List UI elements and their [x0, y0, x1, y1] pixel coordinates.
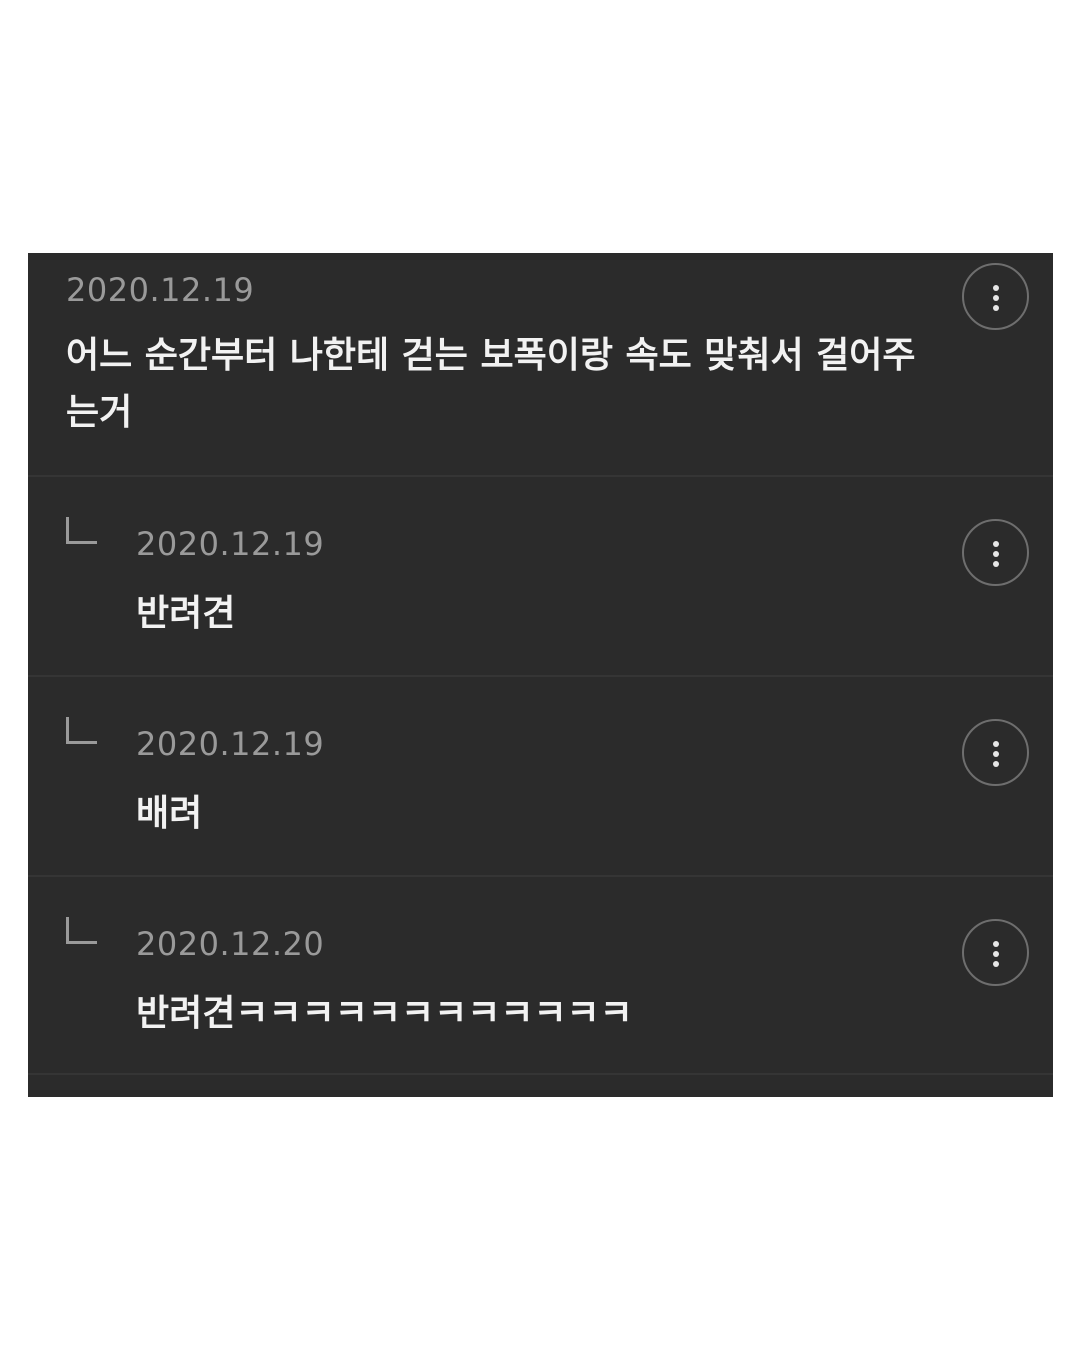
comment-date: 2020.12.19: [66, 271, 255, 309]
more-options-button[interactable]: [962, 719, 1029, 786]
reply-arrow-icon: [66, 717, 97, 744]
more-options-button[interactable]: [962, 263, 1029, 330]
comment-item: 2020.12.19 어느 순간부터 나한테 걷는 보폭이랑 속도 맞춰서 걸어…: [28, 253, 1053, 477]
reply-item: 2020.12.20 반려견ㅋㅋㅋㅋㅋㅋㅋㅋㅋㅋㅋㅋ: [28, 877, 1053, 1075]
reply-date: 2020.12.20: [136, 925, 325, 963]
reply-arrow-icon: [66, 917, 97, 944]
reply-date: 2020.12.19: [136, 525, 325, 563]
reply-item: 2020.12.19 반려견: [28, 477, 1053, 677]
more-vertical-icon: [993, 285, 999, 291]
comment-list: 2020.12.19 어느 순간부터 나한테 걷는 보폭이랑 속도 맞춰서 걸어…: [28, 253, 1053, 1097]
more-vertical-icon: [993, 941, 999, 947]
more-vertical-icon: [993, 741, 999, 747]
comment-text: 어느 순간부터 나한테 걷는 보폭이랑 속도 맞춰서 걸어주는거: [66, 335, 916, 433]
more-options-button[interactable]: [962, 919, 1029, 986]
reply-arrow-icon: [66, 517, 97, 544]
reply-item: 2020.12.19 배려: [28, 677, 1053, 877]
more-options-button[interactable]: [962, 519, 1029, 586]
reply-text: 반려견: [136, 593, 236, 634]
reply-text: 배려: [136, 793, 203, 834]
reply-text: 반려견ㅋㅋㅋㅋㅋㅋㅋㅋㅋㅋㅋㅋ: [136, 993, 633, 1034]
more-vertical-icon: [993, 541, 999, 547]
reply-date: 2020.12.19: [136, 725, 325, 763]
